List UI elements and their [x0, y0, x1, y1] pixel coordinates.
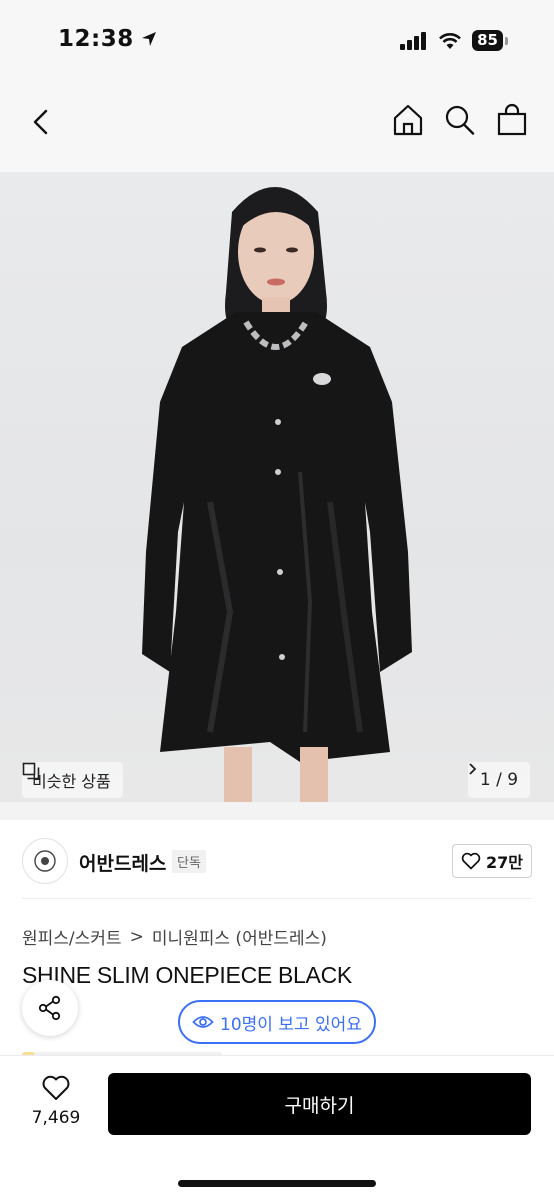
brand-logo[interactable]	[22, 838, 68, 884]
product-title: SHINE SLIM ONEPIECE BLACK	[22, 962, 352, 988]
viewers-count-label: 10명이 보고 있어요	[220, 1014, 362, 1035]
cart-button[interactable]	[496, 102, 528, 138]
share-button[interactable]	[22, 980, 78, 1036]
status-time-text: 12:38	[58, 26, 134, 52]
battery-indicator: 85	[472, 30, 508, 51]
breadcrumb-subcategory[interactable]: 미니원피스 (어반드레스)	[152, 924, 327, 949]
wishlist-count: 7,469	[31, 1108, 81, 1128]
home-indicator	[178, 1180, 376, 1187]
divider	[22, 898, 532, 899]
bottom-action-bar: 7,469 구매하기	[0, 1056, 554, 1200]
status-indicators: 85	[400, 30, 508, 51]
similar-products-button[interactable]: 비슷한 상품	[22, 762, 123, 798]
heart-icon	[42, 1075, 70, 1100]
nav-bar	[0, 80, 554, 172]
status-bar: 12:38 85	[0, 0, 554, 80]
exclusive-badge: 단독	[172, 850, 206, 873]
home-button[interactable]	[392, 102, 424, 138]
battery-level: 85	[472, 30, 503, 51]
brand-like-count: 27만	[486, 853, 523, 872]
page-indicator-text: 1 / 9	[479, 770, 519, 790]
status-time: 12:38	[58, 26, 158, 52]
similar-items-icon	[22, 762, 40, 780]
shopping-bag-icon	[497, 103, 527, 136]
nav-actions	[392, 102, 528, 138]
brand-logo-icon	[34, 850, 56, 872]
similar-products-label: 비슷한 상품	[32, 772, 111, 791]
search-icon	[445, 105, 475, 135]
product-photo	[142, 187, 412, 802]
battery-tip	[505, 36, 508, 45]
search-button[interactable]	[444, 102, 476, 138]
brand-row: 어반드레스 단독 27만	[0, 802, 554, 902]
location-arrow-icon	[141, 32, 156, 46]
brand-name[interactable]: 어반드레스	[79, 849, 166, 876]
back-button[interactable]	[24, 104, 60, 140]
buy-button[interactable]: 구매하기	[108, 1073, 531, 1135]
brand-like-button[interactable]: 27만	[452, 844, 532, 878]
breadcrumb-separator: >	[129, 926, 144, 947]
image-page-indicator[interactable]: 1 / 9	[468, 762, 530, 798]
wishlist-button[interactable]: 7,469	[28, 1074, 84, 1128]
breadcrumb-category[interactable]: 원피스/스커트	[22, 924, 122, 949]
breadcrumb: 원피스/스커트 > 미니원피스 (어반드레스)	[22, 924, 327, 950]
home-icon	[393, 104, 423, 136]
eye-icon	[192, 1016, 214, 1028]
viewers-count-pill: 10명이 보고 있어요	[178, 1000, 376, 1044]
chevron-right-icon	[469, 763, 477, 775]
signal-icon	[400, 31, 427, 50]
heart-icon	[461, 852, 481, 870]
back-chevron-icon	[33, 109, 48, 135]
product-image-carousel[interactable]: 비슷한 상품 1 / 9	[0, 172, 554, 802]
share-icon	[38, 995, 61, 1021]
wifi-icon	[439, 32, 462, 49]
